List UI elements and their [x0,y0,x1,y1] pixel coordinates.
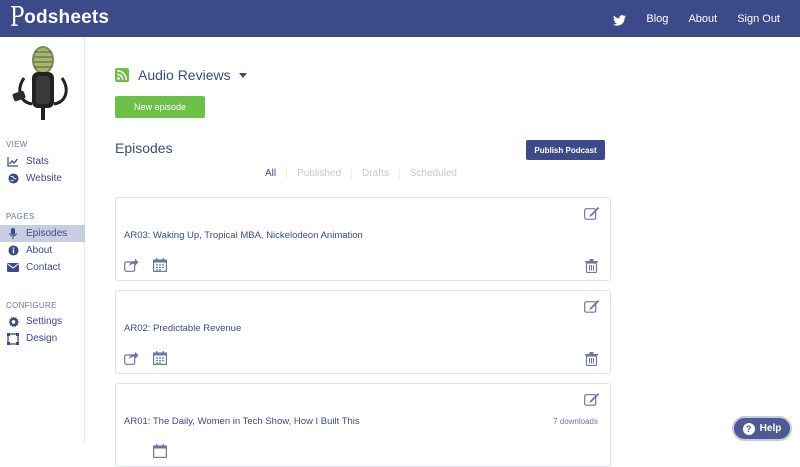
chart-icon [7,156,19,168]
sidebar-item-label: Episodes [26,228,68,239]
rss-icon [115,68,129,82]
trash-icon[interactable] [585,259,598,274]
sidebar-item-label: Contact [26,262,61,273]
download-count: 7 downloads [553,417,598,426]
question-icon: ? [742,422,755,435]
episode-card: AR03: Waking Up, Tropical MBA, Nickelode… [115,197,611,281]
episode-title[interactable]: AR02: Predictable Revenue [124,323,241,334]
sidebar-item-label: Design [26,333,58,344]
main-content: Audio Reviews New episode Episodes Publi… [85,37,800,467]
sidebar-item-website[interactable]: Website [0,170,85,187]
edit-icon[interactable] [584,206,600,220]
podcast-cover-image [10,42,70,122]
about-link[interactable]: About [688,13,717,25]
share-icon[interactable] [124,258,139,272]
tab-drafts[interactable]: Drafts [351,168,399,179]
show-selector[interactable]: Audio Reviews [115,67,247,83]
blog-link[interactable]: Blog [646,13,668,25]
view-heading: VIEW [6,140,28,149]
tab-all[interactable]: All [255,168,286,179]
sidebar-item-label: Settings [26,316,63,327]
gear-icon [7,316,19,328]
episode-filter-tabs: All Published Drafts Scheduled [255,168,467,179]
logo-ear-mark: P [9,2,25,33]
sidebar-item-episodes[interactable]: Episodes [0,225,85,242]
publish-podcast-button[interactable]: Publish Podcast [526,140,605,160]
sign-out-link[interactable]: Sign Out [737,13,780,25]
configure-heading: CONFIGURE [6,301,57,310]
help-button[interactable]: ? Help [732,416,792,441]
tab-published[interactable]: Published [286,168,351,179]
calendar-icon[interactable] [153,258,168,272]
sidebar-item-label: Stats [26,156,49,167]
sidebar-item-stats[interactable]: Stats [0,153,85,170]
top-nav: Blog About Sign Out [613,0,780,37]
sidebar-item-label: Website [26,173,62,184]
pages-heading: PAGES [6,212,35,221]
top-bar: P odsheets Blog About Sign Out [0,0,800,37]
episode-title[interactable]: AR01: The Daily, Women in Tech Show, How… [124,416,360,427]
info-icon [7,245,19,257]
sidebar: VIEW Stats Website PAGES Episodes About … [0,37,85,443]
edit-icon[interactable] [584,392,600,406]
envelope-icon [7,262,19,274]
sidebar-item-design[interactable]: Design [0,330,85,347]
podsheets-logo[interactable]: P odsheets [8,3,109,33]
episode-card: AR01: The Daily, Women in Tech Show, How… [115,383,611,467]
show-title: Audio Reviews [138,67,231,83]
tab-scheduled[interactable]: Scheduled [398,168,467,179]
episodes-title: Episodes [115,140,173,156]
trash-icon[interactable] [585,352,598,367]
calendar-icon[interactable] [153,444,168,458]
share-icon[interactable] [124,351,139,365]
new-episode-button[interactable]: New episode [115,96,205,118]
logo-text: odsheets [24,7,110,28]
globe-icon [7,173,19,185]
episode-title[interactable]: AR03: Waking Up, Tropical MBA, Nickelode… [124,230,363,241]
twitter-icon[interactable] [613,13,627,26]
help-label: Help [759,423,782,434]
edit-icon[interactable] [584,299,600,313]
design-icon [7,332,19,345]
calendar-icon[interactable] [153,351,168,365]
episode-card: AR02: Predictable Revenue [115,290,611,374]
chevron-down-icon[interactable] [238,72,247,78]
microphone-icon [7,227,19,240]
sidebar-item-about[interactable]: About [0,242,85,259]
sidebar-item-contact[interactable]: Contact [0,259,85,276]
sidebar-item-label: About [26,245,53,256]
sidebar-item-settings[interactable]: Settings [0,313,85,330]
